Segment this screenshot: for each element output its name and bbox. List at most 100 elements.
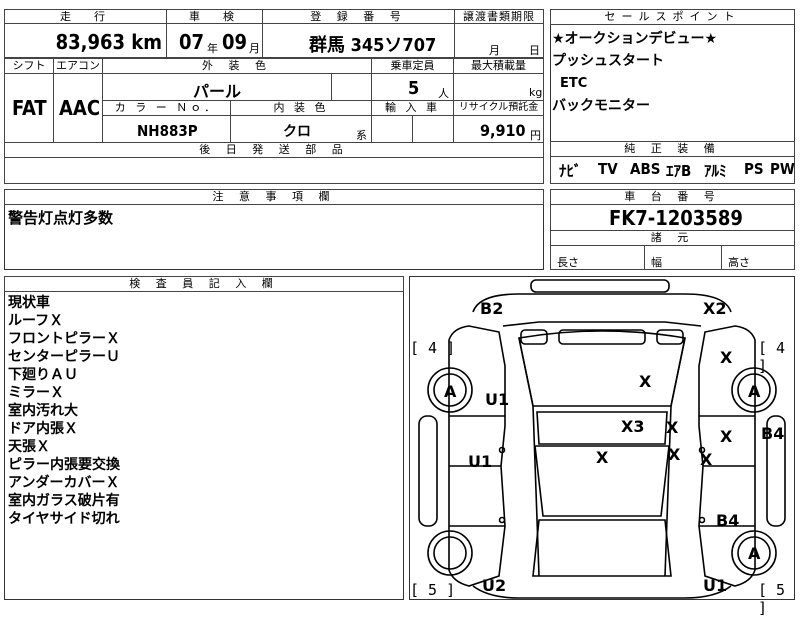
exterior-color-value: パール <box>193 82 242 101</box>
sales-point-line: プッシュスタート <box>552 53 664 69</box>
inspection-header: 車 検 <box>166 9 263 24</box>
height-label: 高さ <box>721 245 795 270</box>
equipment-header: 純 正 装 備 <box>550 141 795 157</box>
later-parts-header: 後 日 発 送 部 品 <box>4 142 544 158</box>
damage-mark: B4 <box>761 424 785 443</box>
recycle-header: リサイクル預託金 <box>453 100 544 116</box>
chassis-header: 車 台 番 号 <box>550 189 795 205</box>
max-load-unit: kg <box>529 86 543 99</box>
color-no-header: カ ラ ー Ｎｏ． <box>102 100 231 116</box>
inspection-year-unit: 年 <box>207 42 218 55</box>
damage-mark: [ 4 ] <box>758 339 786 375</box>
color-no-value: NH883P <box>137 122 198 140</box>
equipment-item: ﾅﾋﾞ <box>559 162 582 180</box>
ac-cell: AAC <box>53 73 103 143</box>
equipment-item: PW <box>770 160 795 178</box>
inspection-year: 07 <box>179 30 205 54</box>
exterior-color-cell: パール <box>102 73 332 101</box>
inspection-cell: 07 年 09 月 <box>166 23 263 58</box>
capacity-value: 5 <box>408 78 420 99</box>
inspector-line: タイヤサイド切れ <box>8 511 120 527</box>
inspector-line: ピラー内張要交換 <box>8 457 120 473</box>
damage-mark: [ 5 ] <box>758 581 786 617</box>
damage-mark: X <box>639 372 652 391</box>
mileage-value: 83,963 km <box>55 30 162 54</box>
damage-mark: X <box>720 427 733 446</box>
transfer-cell: 月 日 <box>454 23 544 58</box>
interior-color-unit: 系 <box>356 129 367 142</box>
inspector-line: 下廻りＡＵ <box>8 367 78 383</box>
shift-cell: FAT <box>4 73 54 143</box>
import-header: 輸 入 車 <box>371 100 454 116</box>
equipment-item: PS <box>744 160 764 178</box>
inspector-line: フロントピラーＸ <box>8 331 120 347</box>
inspector-lines: 現状車 ルーフＸ フロントピラーＸ センターピラーＵ 下廻りＡＵ ミラーＸ 室内… <box>8 294 120 528</box>
inspector-line: 現状車 <box>8 295 50 311</box>
damage-mark: B2 <box>480 299 504 318</box>
sales-point-line: バックモニター <box>552 98 650 114</box>
capacity-cell: 5 人 <box>371 73 454 101</box>
inspection-month-unit: 月 <box>249 42 260 55</box>
equipment-item: ｱﾙﾐ <box>704 162 727 180</box>
damage-mark: X <box>720 348 733 367</box>
inspector-line: 室内汚れ大 <box>8 403 78 419</box>
inspector-line: ミラーＸ <box>8 385 64 401</box>
transfer-month-unit: 月 <box>489 44 500 57</box>
inspector-header: 検 査 員 記 入 欄 <box>4 276 404 292</box>
mileage-header: 走 行 <box>4 9 167 24</box>
plate-cell: 群馬 345ソ707 <box>262 23 455 58</box>
capacity-unit: 人 <box>438 87 449 100</box>
exterior-color-header: 外 装 色 <box>102 58 372 74</box>
shift-header: シフト <box>4 58 54 74</box>
import-cell-a <box>371 115 413 143</box>
recycle-unit: 円 <box>530 129 541 142</box>
damage-mark: X <box>700 450 713 469</box>
damage-mark: X <box>596 448 609 467</box>
sales-point-header: セールスポイント <box>550 9 795 25</box>
damage-mark: [ 4 ] <box>410 339 456 357</box>
ac-header: エアコン <box>53 58 103 74</box>
interior-color-header: 内 装 色 <box>230 100 372 116</box>
inspector-line: ルーフＸ <box>8 313 64 329</box>
inspector-line: ドア内張Ｘ <box>8 421 78 437</box>
damage-mark: [ 5 ] <box>410 581 456 599</box>
damage-mark: X2 <box>703 299 727 318</box>
transfer-day-unit: 日 <box>529 44 540 57</box>
recycle-cell: 9,910 円 <box>453 115 544 143</box>
later-parts-cell <box>4 157 544 184</box>
interior-color-value: クロ <box>283 124 311 140</box>
sales-point-line: ★オークションデビュー★ <box>552 31 718 47</box>
max-load-cell: kg <box>453 73 544 101</box>
damage-mark: U1 <box>703 576 728 595</box>
damage-mark: X <box>668 445 681 464</box>
plate-header: 登 録 番 号 <box>262 9 455 24</box>
damage-mark: A <box>748 382 761 401</box>
damage-mark: U1 <box>468 452 493 471</box>
damage-mark: U2 <box>482 576 507 595</box>
sales-point-line: ETC <box>560 76 588 91</box>
max-load-header: 最大積載量 <box>453 58 544 74</box>
recycle-value: 9,910 <box>480 121 526 140</box>
mileage-cell: 83,963 km <box>4 23 167 58</box>
interior-color-cell: クロ 系 <box>230 115 372 143</box>
damage-mark: A <box>748 544 761 563</box>
import-cell-b <box>412 115 454 143</box>
chassis-cell: FK7-1203589 <box>550 204 795 231</box>
inspector-line: センターピラーＵ <box>8 349 120 365</box>
inspector-line: 天張Ｘ <box>8 439 50 455</box>
inspection-month: 09 <box>222 30 248 54</box>
notes-text: 警告灯点灯多数 <box>8 209 114 227</box>
chassis-value: FK7-1203589 <box>609 206 743 230</box>
plate-value: 群馬 345ソ707 <box>309 35 437 56</box>
equipment-item: ABS <box>630 160 661 178</box>
dims-header: 諸 元 <box>550 230 795 246</box>
shift-value: FAT <box>12 96 47 120</box>
length-label: 長さ <box>550 245 645 270</box>
equipment-item: ｴｱB <box>666 162 692 180</box>
notes-header: 注 意 事 項 欄 <box>4 189 544 205</box>
ac-value: AAC <box>59 96 101 120</box>
car-diagram <box>418 279 786 599</box>
width-label: 幅 <box>644 245 722 270</box>
transfer-header: 譲渡書類期限 <box>454 9 544 24</box>
damage-mark: A <box>444 382 457 401</box>
